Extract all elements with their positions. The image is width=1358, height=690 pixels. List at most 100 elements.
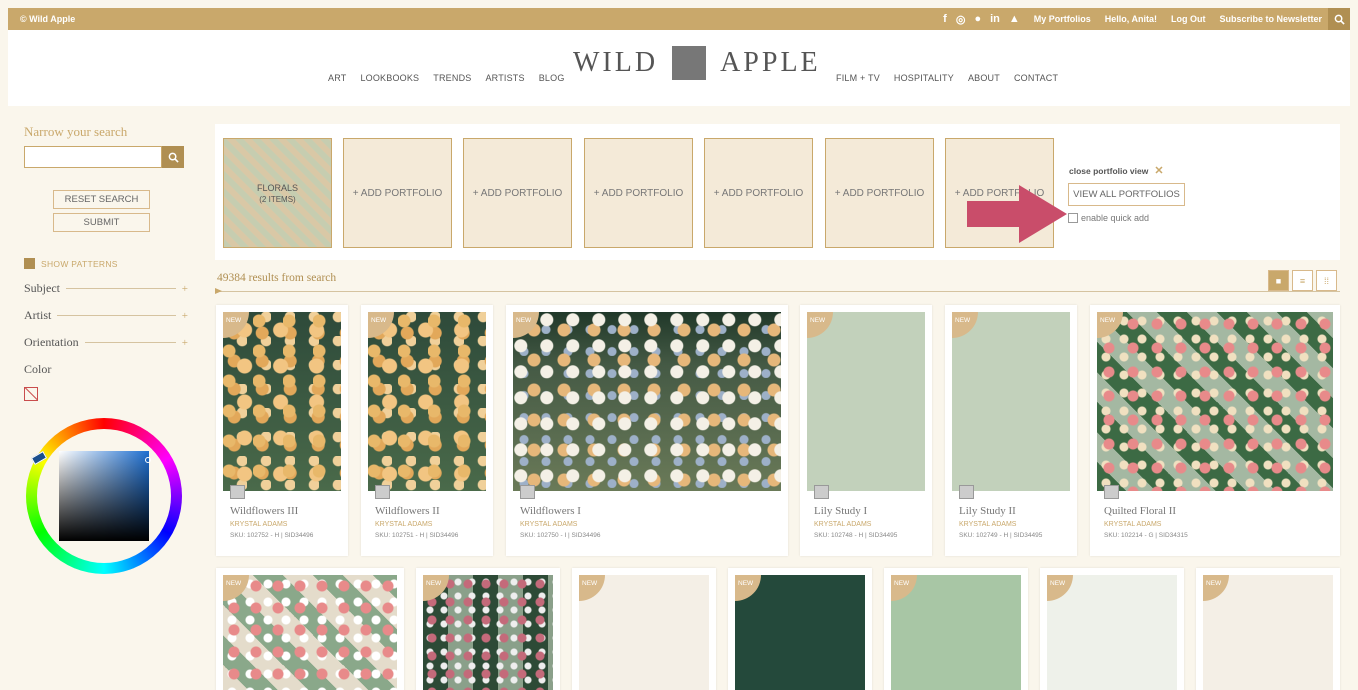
quick-add-checkbox[interactable] [1068, 213, 1078, 223]
instagram-icon[interactable]: ◎ [956, 13, 966, 26]
show-patterns-checkbox[interactable] [24, 258, 35, 269]
product-card[interactable]: NEW [728, 568, 872, 690]
add-to-portfolio-icon[interactable] [520, 485, 535, 499]
newsletter-link[interactable]: Subscribe to Newsletter [1219, 14, 1322, 24]
add-to-portfolio-icon[interactable] [375, 485, 390, 499]
product-artist[interactable]: KRYSTAL ADAMS [375, 521, 432, 528]
artwork-image[interactable] [223, 575, 397, 690]
product-title[interactable]: Wildflowers III [230, 505, 298, 517]
product-title[interactable]: Lily Study I [814, 505, 867, 517]
product-card[interactable]: NEW [1196, 568, 1340, 690]
linkedin-icon[interactable]: in [990, 13, 1000, 25]
artwork-image[interactable] [1047, 575, 1177, 690]
expand-plus-icon[interactable]: + [182, 310, 188, 322]
facet-orientation[interactable]: Orientation + [24, 335, 188, 350]
quick-add-option[interactable]: enable quick add [1068, 213, 1149, 223]
nav-blog[interactable]: BLOG [539, 73, 565, 83]
log-out-link[interactable]: Log Out [1171, 14, 1206, 24]
top-bar: © Wild Apple f ◎ ● in ▲ My Portfolios He… [8, 8, 1350, 30]
facebook-icon[interactable]: f [943, 13, 947, 25]
add-to-portfolio-icon[interactable] [959, 485, 974, 499]
facet-subject[interactable]: Subject + [24, 281, 188, 296]
artwork-image[interactable] [952, 312, 1070, 491]
nav-trends[interactable]: TRENDS [433, 73, 471, 83]
product-artist[interactable]: KRYSTAL ADAMS [230, 521, 287, 528]
add-portfolio-slot[interactable]: + ADD PORTFOLIO [825, 138, 934, 248]
expand-plus-icon[interactable]: + [182, 283, 188, 295]
product-card[interactable]: NEW Lily Study II KRYSTAL ADAMS SKU: 102… [945, 305, 1077, 556]
artwork-image[interactable] [423, 575, 553, 690]
nav-hospitality[interactable]: HOSPITALITY [894, 73, 954, 83]
artwork-image[interactable] [891, 575, 1021, 690]
artwork-image[interactable] [807, 312, 925, 491]
add-to-portfolio-icon[interactable] [814, 485, 829, 499]
product-title[interactable]: Quilted Floral II [1104, 505, 1176, 517]
artwork-image[interactable] [223, 312, 341, 491]
artwork-image[interactable] [579, 575, 709, 690]
product-card[interactable]: NEW [572, 568, 716, 690]
nav-about[interactable]: ABOUT [968, 73, 1000, 83]
youtube-icon[interactable]: ▲ [1009, 13, 1020, 25]
add-to-portfolio-icon[interactable] [230, 485, 245, 499]
nav-lookbooks[interactable]: LOOKBOOKS [360, 73, 419, 83]
divider [57, 315, 176, 316]
product-artist[interactable]: KRYSTAL ADAMS [814, 521, 871, 528]
product-artist[interactable]: KRYSTAL ADAMS [520, 521, 577, 528]
product-card[interactable]: NEW Wildflowers II KRYSTAL ADAMS SKU: 10… [361, 305, 493, 556]
grid-view-button[interactable]: ⁞⁞ [1316, 270, 1337, 291]
color-wheel-picker[interactable] [26, 418, 182, 574]
product-artist[interactable]: KRYSTAL ADAMS [1104, 521, 1161, 528]
product-card[interactable]: NEW Wildflowers III KRYSTAL ADAMS SKU: 1… [216, 305, 348, 556]
sidebar-search-button[interactable] [162, 146, 184, 168]
facet-artist[interactable]: Artist + [24, 308, 188, 323]
submit-button[interactable]: SUBMIT [53, 213, 150, 232]
view-all-portfolios-button[interactable]: VIEW ALL PORTFOLIOS [1068, 183, 1185, 206]
artwork-image[interactable] [1097, 312, 1333, 491]
saturation-value-square[interactable] [59, 451, 149, 541]
product-card[interactable]: NEW Lily Study I KRYSTAL ADAMS SKU: 1027… [800, 305, 932, 556]
no-color-swatch[interactable] [24, 387, 38, 401]
add-portfolio-slot[interactable]: + ADD PORTFOLIO [704, 138, 813, 248]
add-portfolio-slot[interactable]: + ADD PORTFOLIO [343, 138, 452, 248]
add-portfolio-slot[interactable]: + ADD PORTFOLIO [584, 138, 693, 248]
product-card[interactable]: NEW Wildflowers I KRYSTAL ADAMS SKU: 102… [506, 305, 788, 556]
artwork-image[interactable] [1203, 575, 1333, 690]
greeting-link[interactable]: Hello, Anita! [1105, 14, 1157, 24]
facet-label: Orientation [24, 335, 79, 349]
product-card[interactable]: NEW Quilted Floral II KRYSTAL ADAMS SKU:… [1090, 305, 1340, 556]
nav-contact[interactable]: CONTACT [1014, 73, 1058, 83]
my-portfolios-link[interactable]: My Portfolios [1034, 14, 1091, 24]
nav-art[interactable]: ART [328, 73, 346, 83]
reset-search-button[interactable]: RESET SEARCH [53, 190, 150, 209]
pinterest-icon[interactable]: ● [974, 13, 981, 25]
sidebar-search-input[interactable] [24, 146, 162, 168]
close-portfolio-view[interactable]: close portfolio view ✕ [1069, 164, 1164, 177]
product-card[interactable]: NEW [216, 568, 404, 690]
product-card[interactable]: NEW [884, 568, 1028, 690]
site-logo[interactable]: WILD APPLE [573, 46, 821, 80]
portfolio-florals[interactable]: FLORALS (2 ITEMS) [223, 138, 332, 248]
facet-label: Subject [24, 281, 60, 295]
add-portfolio-slot[interactable]: + ADD PORTFOLIO [463, 138, 572, 248]
results-caret-icon [215, 288, 222, 294]
show-patterns-toggle[interactable]: SHOW PATTERNS [24, 258, 188, 269]
product-card[interactable]: NEW [1040, 568, 1184, 690]
artwork-image[interactable] [735, 575, 865, 690]
artwork-image[interactable] [368, 312, 486, 491]
product-artist[interactable]: KRYSTAL ADAMS [959, 521, 1016, 528]
product-card[interactable]: NEW [416, 568, 560, 690]
add-to-portfolio-icon[interactable] [1104, 485, 1119, 499]
product-title[interactable]: Wildflowers I [520, 505, 581, 517]
view-mode-switch: ■ ≡ ⁞⁞ [1268, 270, 1337, 291]
list-view-button[interactable]: ≡ [1292, 270, 1313, 291]
color-selector-knob[interactable] [145, 457, 151, 463]
product-title[interactable]: Lily Study II [959, 505, 1016, 517]
expand-plus-icon[interactable]: + [182, 337, 188, 349]
nav-artists[interactable]: ARTISTS [485, 73, 524, 83]
close-portfolio-label: close portfolio view [1069, 165, 1149, 176]
portfolio-view-button[interactable]: ■ [1268, 270, 1289, 291]
product-title[interactable]: Wildflowers II [375, 505, 440, 517]
artwork-image[interactable] [513, 312, 781, 491]
top-search-button[interactable] [1328, 8, 1350, 30]
nav-film-tv[interactable]: FILM + TV [836, 73, 880, 83]
